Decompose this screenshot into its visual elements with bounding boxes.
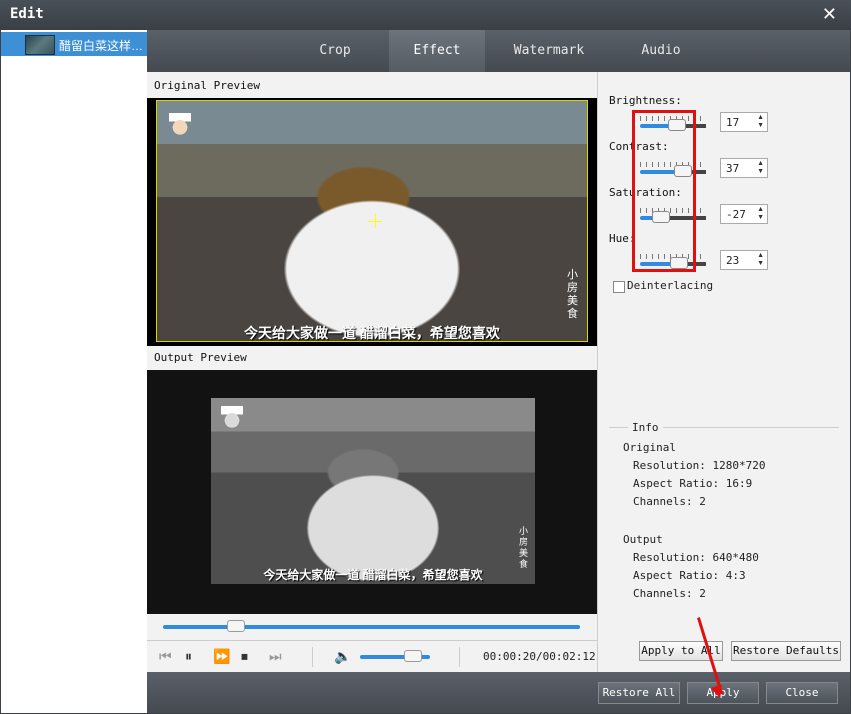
- original-video-frame[interactable]: 今天给大家做一道 醋溜白菜，希望您喜欢 小房美食: [156, 100, 588, 342]
- file-name: 醋留白菜这样…: [59, 39, 144, 53]
- skip-forward-icon[interactable]: ⏭: [269, 648, 282, 665]
- preview-area: Original Preview 今天给大家做一道 醋溜白菜，希望您喜欢 小房美…: [147, 72, 597, 673]
- tab-crop[interactable]: Crop: [287, 30, 383, 72]
- video-subtitle: 今天给大家做一道 醋溜白菜，希望您喜欢: [244, 325, 500, 341]
- watermark-text: 小房美食: [567, 269, 578, 320]
- restore-all-button[interactable]: Restore All: [598, 682, 680, 704]
- spinner-arrows-icon[interactable]: ▲ ▼: [757, 114, 764, 130]
- pause-icon[interactable]: ⏸: [185, 648, 192, 665]
- volume-slider[interactable]: [360, 650, 430, 662]
- chef-logo-icon: [169, 113, 191, 137]
- output-video-frame: 今天给大家做一道 醋溜白菜，希望您喜欢 小房美食: [211, 398, 535, 584]
- output-aspect-ratio: Aspect Ratio: 4:3: [633, 569, 746, 582]
- volume-icon[interactable]: 🔈: [334, 648, 351, 665]
- fast-forward-icon[interactable]: ⏩: [213, 648, 230, 665]
- bottom-action-bar: Restore All Apply Close: [147, 672, 850, 713]
- tab-effect[interactable]: Effect: [389, 30, 485, 72]
- output-subtitle: 今天给大家做一道 醋溜白菜，希望您喜欢: [263, 568, 483, 582]
- original-resolution: Resolution: 1280*720: [633, 459, 766, 472]
- spinner-arrows-icon[interactable]: ▲ ▼: [757, 206, 764, 222]
- playback-controls: ⏮ ⏸ ⏩ ⏹ ⏭ 🔈 00:00:20/00:02:12: [147, 640, 597, 673]
- timecode: 00:00:20/00:02:12: [483, 650, 596, 663]
- original-preview: 今天给大家做一道 醋溜白菜，希望您喜欢 小房美食: [147, 98, 597, 346]
- restore-defaults-button[interactable]: Restore Defaults: [731, 641, 841, 661]
- brightness-spinbox[interactable]: 17 ▲ ▼: [720, 112, 768, 132]
- file-list-panel: 醋留白菜这样…: [1, 30, 147, 713]
- effect-settings-panel: Brightness: 17 ▲ ▼ Contrast: 37 ▲ ▼ Satura…: [597, 72, 850, 672]
- saturation-spinbox[interactable]: -27 ▲ ▼: [720, 204, 768, 224]
- original-aspect-ratio: Aspect Ratio: 16:9: [633, 477, 753, 490]
- output-resolution: Resolution: 640*480: [633, 551, 759, 564]
- spinner-arrows-icon[interactable]: ▲ ▼: [757, 160, 764, 176]
- close-button[interactable]: Close: [766, 682, 838, 704]
- annotation-highlight-box: [632, 110, 696, 272]
- deinterlacing-checkbox[interactable]: [613, 281, 625, 293]
- output-channels: Channels: 2: [633, 587, 706, 600]
- seek-bar[interactable]: [163, 620, 580, 632]
- output-info-title: Output: [623, 533, 663, 546]
- brightness-label: Brightness:: [609, 94, 682, 107]
- original-channels: Channels: 2: [633, 495, 706, 508]
- contrast-spinbox[interactable]: 37 ▲ ▼: [720, 158, 768, 178]
- spinner-arrows-icon[interactable]: ▲ ▼: [757, 252, 764, 268]
- original-preview-label: Original Preview: [154, 79, 260, 92]
- chef-logo-icon: [221, 406, 243, 430]
- close-window-icon[interactable]: ✕: [822, 4, 837, 25]
- file-list-item[interactable]: 醋留白菜这样…: [1, 32, 147, 56]
- tab-watermark[interactable]: Watermark: [493, 30, 605, 72]
- stop-icon[interactable]: ⏹: [241, 648, 248, 665]
- seek-thumb[interactable]: [226, 620, 245, 632]
- tab-audio[interactable]: Audio: [613, 30, 709, 72]
- skip-back-icon[interactable]: ⏮: [159, 648, 172, 665]
- info-title: Info: [628, 421, 663, 434]
- deinterlacing-label: Deinterlacing: [627, 279, 714, 292]
- volume-thumb[interactable]: [404, 650, 423, 662]
- title-bar: Edit ✕: [0, 0, 851, 30]
- output-watermark-text: 小房美食: [519, 526, 529, 569]
- video-thumbnail: [25, 35, 55, 55]
- window-title: Edit: [10, 6, 44, 22]
- output-preview: 今天给大家做一道 醋溜白菜，希望您喜欢 小房美食: [147, 370, 597, 614]
- hue-spinbox[interactable]: 23 ▲ ▼: [720, 250, 768, 270]
- output-preview-label: Output Preview: [154, 351, 247, 364]
- tab-bar: Crop Effect Watermark Audio: [147, 30, 850, 72]
- original-info-title: Original: [623, 441, 676, 454]
